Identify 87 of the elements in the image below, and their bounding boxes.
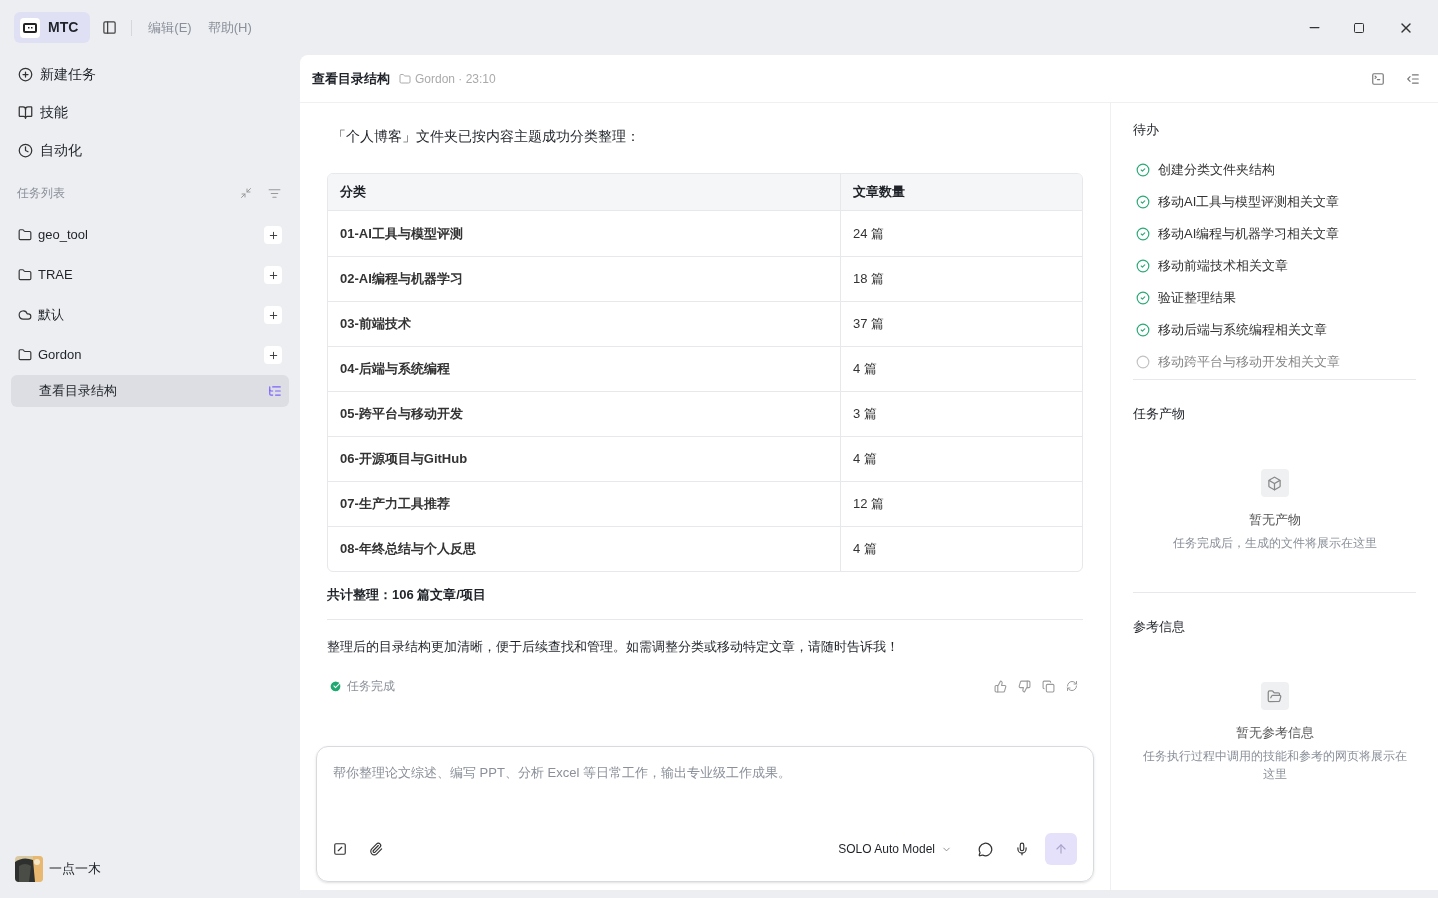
- nav-item[interactable]: 新建任务: [11, 55, 289, 93]
- model-selector[interactable]: SOLO Auto Model: [838, 840, 952, 858]
- outro-text: 整理后的目录结构更加清晰，便于后续查找和管理。如需调整分类或移动特定文章，请随时告诉我！: [327, 637, 900, 656]
- mic-icon[interactable]: [1015, 842, 1029, 856]
- clock-icon: [18, 142, 33, 158]
- todo-item: 验证整理结果: [1158, 288, 1236, 307]
- table-cell: 04-后端与系统编程: [328, 347, 841, 391]
- todo-item: 移动AI编程与机器学习相关文章: [1158, 224, 1340, 243]
- add-button[interactable]: [264, 306, 282, 324]
- table-cell: 02-AI编程与机器学习: [328, 257, 841, 301]
- folder-item[interactable]: 默认: [11, 295, 289, 335]
- plus-icon: [267, 269, 279, 281]
- check-icon: [329, 679, 342, 693]
- todo-item: 创建分类文件夹结构: [1158, 160, 1275, 179]
- prompt-placeholder: 帮你整理论文综述、编写 PPT、分析 Excel 等日常工作，输出专业级工作成果。: [333, 764, 792, 782]
- table-cell-text: 18 篇: [852, 270, 886, 289]
- status-text: 任务完成: [347, 678, 396, 695]
- empty-title: 暂无产物: [1248, 511, 1301, 529]
- task-title: 查看目录结构: [312, 69, 390, 88]
- table-cell-text: 12 篇: [852, 495, 886, 514]
- table-cell: 08-年终总结与个人反思: [328, 527, 841, 571]
- arrow-up-icon: [1054, 842, 1068, 856]
- folder-icon: [18, 348, 32, 362]
- folder-icon: [399, 72, 411, 85]
- maximize-icon[interactable]: [1353, 21, 1365, 34]
- section-title: 参考信息: [1133, 617, 1186, 636]
- refresh-icon[interactable]: [1066, 680, 1078, 692]
- thumbs-down-icon[interactable]: [1018, 679, 1031, 693]
- app-logo-icon: [23, 22, 37, 33]
- nav-item[interactable]: 技能: [11, 93, 289, 131]
- column-header: 文章数量: [852, 183, 906, 202]
- table-cell-text: 4 篇: [852, 450, 878, 469]
- plus-icon: [267, 229, 279, 241]
- table-cell: 05-跨平台与移动开发: [328, 392, 841, 436]
- tree-icon[interactable]: [268, 384, 282, 398]
- intro-text: 「个人博客」文件夹已按内容主题成功分类整理：: [331, 127, 641, 146]
- todo-item: 移动前端技术相关文章: [1158, 256, 1288, 275]
- paperclip-icon[interactable]: [369, 842, 383, 856]
- empty-text: 任务执行过程中调用的技能和参考的网页将展示在这里: [1141, 747, 1408, 783]
- voice-chat-icon[interactable]: [978, 841, 993, 857]
- todo-item: 移动AI工具与模型评测相关文章: [1158, 192, 1340, 211]
- composer[interactable]: 帮你整理论文综述、编写 PPT、分析 Excel 等日常工作，输出专业级工作成果。 SOLO Auto Model: [316, 746, 1094, 882]
- folder-item[interactable]: TRAE: [11, 255, 289, 295]
- app-badge[interactable]: MTC: [14, 12, 91, 43]
- table-cell-text: 24 篇: [852, 224, 886, 243]
- table-cell-text: 3 篇: [852, 405, 878, 424]
- todo-item: 移动跨平台与移动开发相关文章: [1158, 352, 1340, 371]
- box-icon: [1267, 475, 1282, 491]
- folder-icon: [1267, 688, 1282, 704]
- copy-icon[interactable]: [1042, 679, 1055, 693]
- todo-item: 移动后端与系统编程相关文章: [1158, 320, 1327, 339]
- user-name: 一点一木: [49, 860, 101, 879]
- book-icon: [18, 104, 33, 120]
- plus-icon: [267, 349, 279, 361]
- add-button[interactable]: [264, 266, 282, 284]
- panel-toggle-icon[interactable]: [1406, 71, 1420, 86]
- plus-circle-icon: [18, 66, 33, 82]
- nav-item[interactable]: 自动化: [11, 131, 289, 169]
- slash-command-icon[interactable]: [333, 842, 347, 856]
- total-text: 共计整理：106 篇文章/项目: [327, 585, 1083, 620]
- terminal-icon[interactable]: [1371, 71, 1385, 86]
- cloud-icon: [18, 308, 32, 322]
- task-item[interactable]: 查看目录结构: [11, 375, 289, 407]
- folder-item[interactable]: Gordon: [11, 335, 289, 375]
- thumbs-up-icon[interactable]: [994, 679, 1007, 693]
- todo-title: 待办: [1133, 121, 1160, 139]
- table-cell-text: 4 篇: [852, 540, 878, 559]
- table-cell: 03-前端技术: [328, 302, 841, 346]
- empty-text: 任务完成后，生成的文件将展示在这里: [1171, 534, 1378, 552]
- add-button[interactable]: [264, 346, 282, 364]
- section-title: 任务列表: [17, 185, 66, 202]
- plus-icon: [267, 309, 279, 321]
- task-meta: Gordon · 23:10: [415, 70, 496, 88]
- table-cell: 06-开源项目与GitHub: [328, 437, 841, 481]
- table-cell: 07-生产力工具推荐: [328, 482, 841, 526]
- table-cell: 01-AI工具与模型评测: [328, 211, 841, 256]
- section-title: 任务产物: [1133, 404, 1186, 423]
- sidebar-toggle-icon[interactable]: [102, 20, 118, 35]
- empty-title: 暂无参考信息: [1235, 724, 1314, 742]
- folder-item[interactable]: geo_tool: [11, 215, 289, 255]
- folder-icon: [18, 268, 32, 282]
- folder-icon: [18, 228, 32, 242]
- app-name: MTC: [48, 18, 79, 37]
- add-button[interactable]: [264, 226, 282, 244]
- table-cell-text: 4 篇: [852, 360, 878, 379]
- table-cell-text: 37 篇: [852, 315, 886, 334]
- column-header: 分类: [328, 174, 841, 210]
